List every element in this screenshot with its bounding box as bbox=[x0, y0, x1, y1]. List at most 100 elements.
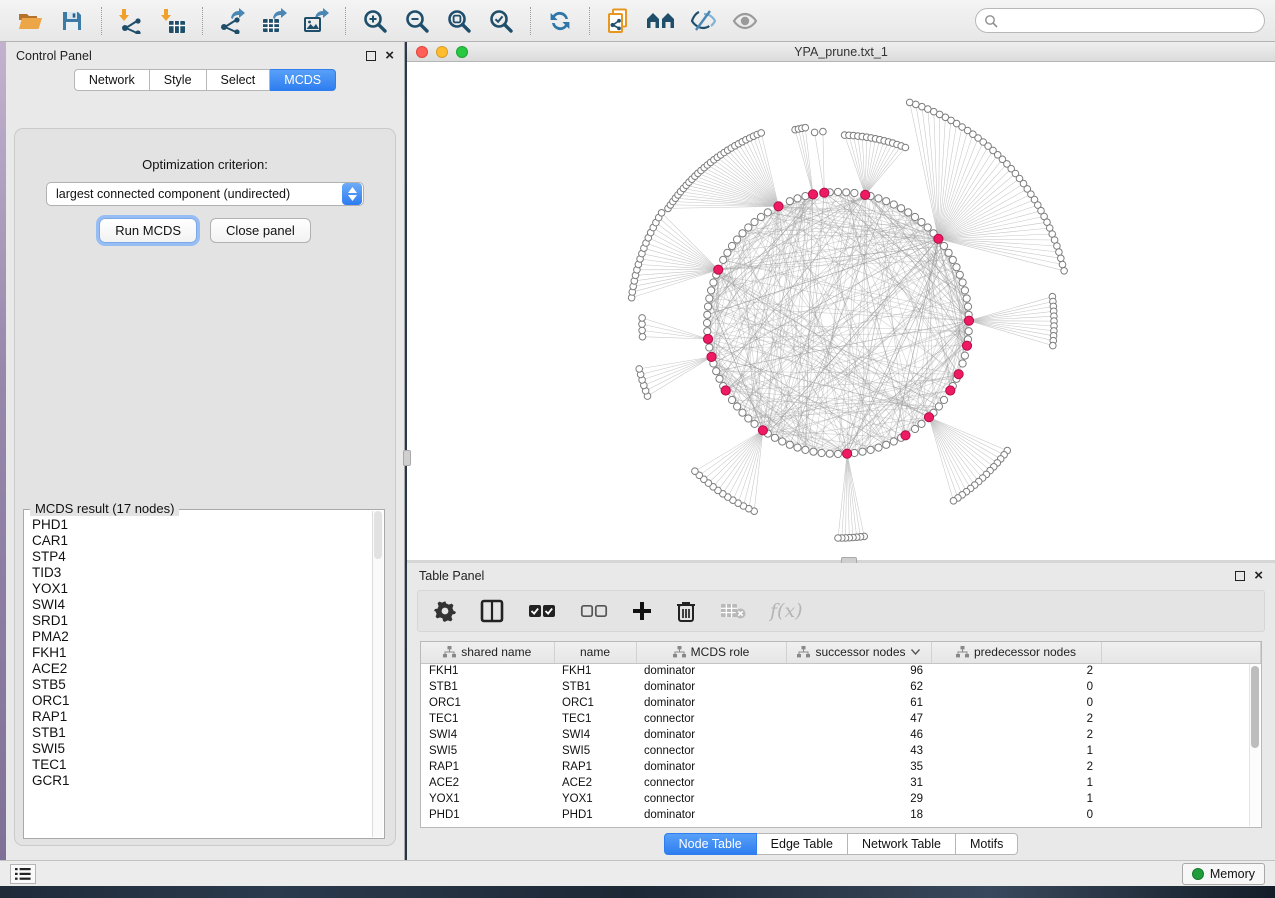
table-cell[interactable]: 18 bbox=[786, 807, 931, 823]
import-table-button[interactable] bbox=[153, 5, 193, 37]
mcds-hub-node[interactable] bbox=[843, 449, 852, 458]
table-cell[interactable]: dominator bbox=[636, 807, 786, 823]
ring-node[interactable] bbox=[918, 219, 925, 226]
ring-node[interactable] bbox=[953, 264, 960, 271]
save-session-button[interactable] bbox=[52, 5, 92, 37]
table-cell[interactable]: PHD1 bbox=[421, 807, 554, 823]
table-cell[interactable]: PHD1 bbox=[554, 807, 636, 823]
table-cell[interactable]: ORC1 bbox=[554, 695, 636, 711]
ring-node[interactable] bbox=[716, 375, 723, 382]
table-cell[interactable]: connector bbox=[636, 711, 786, 727]
table-cell[interactable]: connector bbox=[636, 775, 786, 791]
table-cell[interactable]: ORC1 bbox=[421, 695, 554, 711]
leaf-node[interactable] bbox=[1061, 268, 1068, 275]
ring-node[interactable] bbox=[706, 344, 713, 351]
mcds-hub-node[interactable] bbox=[964, 316, 973, 325]
mcds-hub-node[interactable] bbox=[820, 188, 829, 197]
mcds-hub-node[interactable] bbox=[721, 386, 730, 395]
ring-node[interactable] bbox=[771, 434, 778, 441]
mcds-hub-node[interactable] bbox=[707, 352, 716, 361]
leaf-node[interactable] bbox=[658, 210, 665, 217]
leaf-node[interactable] bbox=[1050, 342, 1057, 349]
table-cell[interactable]: connector bbox=[636, 791, 786, 807]
ring-node[interactable] bbox=[924, 224, 931, 231]
table-cell[interactable]: 61 bbox=[786, 695, 931, 711]
ring-node[interactable] bbox=[751, 420, 758, 427]
open-session-button[interactable] bbox=[10, 5, 50, 37]
table-cell[interactable]: dominator bbox=[636, 727, 786, 743]
ring-node[interactable] bbox=[786, 441, 793, 448]
select-all-button[interactable] bbox=[528, 596, 556, 626]
mcds-node-item[interactable]: STB1 bbox=[32, 725, 372, 741]
table-cell[interactable]: RAP1 bbox=[554, 759, 636, 775]
ring-node[interactable] bbox=[940, 242, 947, 249]
ring-node[interactable] bbox=[964, 303, 971, 310]
ring-node[interactable] bbox=[710, 279, 717, 286]
function-builder-button[interactable]: f(x) bbox=[770, 596, 803, 626]
mcds-list-scrollbar[interactable] bbox=[372, 511, 383, 837]
leaf-node[interactable] bbox=[639, 327, 646, 334]
table-cell[interactable]: 1 bbox=[931, 791, 1101, 807]
export-network-button[interactable] bbox=[212, 5, 252, 37]
ring-node[interactable] bbox=[961, 287, 968, 294]
ring-node[interactable] bbox=[794, 195, 801, 202]
ring-node[interactable] bbox=[834, 188, 841, 195]
ring-node[interactable] bbox=[867, 446, 874, 453]
leaf-node[interactable] bbox=[820, 128, 827, 135]
task-history-button[interactable] bbox=[10, 864, 36, 884]
mcds-hub-node[interactable] bbox=[946, 386, 955, 395]
leaf-node[interactable] bbox=[639, 315, 646, 322]
mcds-hub-node[interactable] bbox=[774, 202, 783, 211]
ring-node[interactable] bbox=[956, 271, 963, 278]
table-cell[interactable]: FKH1 bbox=[421, 663, 554, 679]
search-field[interactable] bbox=[975, 8, 1265, 33]
add-row-button[interactable] bbox=[632, 596, 652, 626]
leaf-node[interactable] bbox=[1056, 249, 1063, 256]
leaf-node[interactable] bbox=[802, 124, 809, 131]
ring-node[interactable] bbox=[890, 438, 897, 445]
ring-node[interactable] bbox=[859, 448, 866, 455]
table-cell[interactable]: 0 bbox=[931, 679, 1101, 695]
table-row[interactable]: ACE2ACE2connector311 bbox=[421, 775, 1261, 791]
zoom-fit-button[interactable] bbox=[439, 5, 479, 37]
delete-table-button[interactable] bbox=[720, 596, 746, 626]
table-cell[interactable]: SWI4 bbox=[554, 727, 636, 743]
mcds-node-item[interactable]: STP4 bbox=[32, 549, 372, 565]
mcds-hub-node[interactable] bbox=[954, 370, 963, 379]
zoom-out-button[interactable] bbox=[397, 5, 437, 37]
ring-node[interactable] bbox=[834, 450, 841, 457]
leaf-node[interactable] bbox=[636, 366, 643, 373]
table-tab-network-table[interactable]: Network Table bbox=[848, 833, 956, 855]
mcds-node-item[interactable]: TID3 bbox=[32, 565, 372, 581]
leaf-node[interactable] bbox=[950, 498, 957, 505]
ring-node[interactable] bbox=[704, 328, 711, 335]
table-row[interactable]: STB1STB1dominator620 bbox=[421, 679, 1261, 695]
table-tab-node-table[interactable]: Node Table bbox=[664, 833, 757, 855]
table-cell[interactable]: 2 bbox=[931, 663, 1101, 679]
mcds-hub-node[interactable] bbox=[758, 426, 767, 435]
ring-node[interactable] bbox=[739, 409, 746, 416]
mcds-result-list[interactable]: PHD1CAR1STP4TID3YOX1SWI4SRD1PMA2FKH1ACE2… bbox=[25, 511, 372, 837]
ring-node[interactable] bbox=[843, 189, 850, 196]
leaf-node[interactable] bbox=[639, 333, 646, 340]
network-graph[interactable] bbox=[407, 62, 1273, 559]
table-cell[interactable]: 1 bbox=[931, 775, 1101, 791]
mcds-node-item[interactable]: GCR1 bbox=[32, 773, 372, 789]
export-image-button[interactable] bbox=[296, 5, 336, 37]
table-cell[interactable]: 2 bbox=[931, 727, 1101, 743]
leaf-node[interactable] bbox=[1059, 261, 1066, 268]
column-header-predecessor-nodes[interactable]: predecessor nodes bbox=[931, 642, 1101, 663]
table-cell[interactable]: SWI5 bbox=[421, 743, 554, 759]
mcds-node-item[interactable]: FKH1 bbox=[32, 645, 372, 661]
table-cell[interactable]: 2 bbox=[931, 711, 1101, 727]
ring-node[interactable] bbox=[918, 420, 925, 427]
delete-row-button[interactable] bbox=[676, 596, 696, 626]
tab-network[interactable]: Network bbox=[74, 69, 150, 91]
ring-node[interactable] bbox=[802, 446, 809, 453]
table-cell[interactable]: STB1 bbox=[554, 679, 636, 695]
ring-node[interactable] bbox=[728, 242, 735, 249]
run-mcds-button[interactable]: Run MCDS bbox=[99, 218, 197, 243]
mcds-node-item[interactable]: PMA2 bbox=[32, 629, 372, 645]
column-header-successor-nodes[interactable]: successor nodes bbox=[786, 642, 931, 663]
table-row[interactable]: SWI4SWI4dominator462 bbox=[421, 727, 1261, 743]
